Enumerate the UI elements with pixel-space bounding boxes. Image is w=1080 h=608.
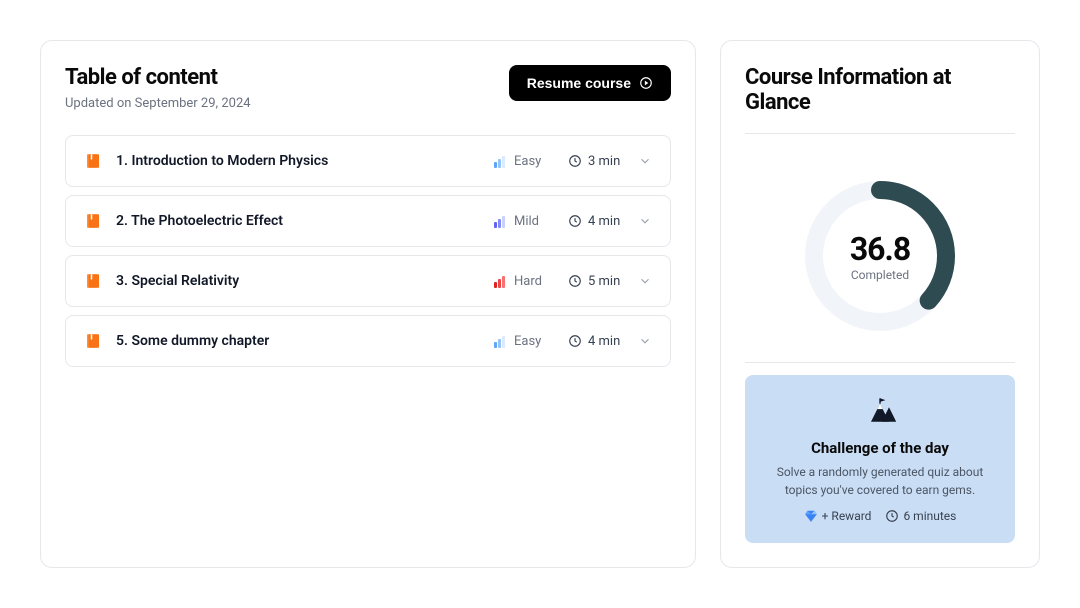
toc-updated: Updated on September 29, 2024 (65, 96, 251, 111)
difficulty-label: Mild (514, 214, 539, 229)
resume-course-label: Resume course (527, 75, 631, 91)
challenge-time-label: 6 minutes (903, 509, 956, 523)
difficulty-label: Easy (514, 154, 541, 169)
info-title: Course Information at Glance (745, 65, 1015, 115)
chapter-duration: 4 min (568, 334, 624, 349)
chevron-down-icon (638, 334, 652, 348)
clock-icon (885, 509, 899, 523)
clock-icon (568, 334, 582, 348)
resume-course-button[interactable]: Resume course (509, 65, 671, 101)
progress-label: Completed (851, 268, 909, 282)
chevron-down-icon (638, 214, 652, 228)
reward-label: + Reward (822, 509, 872, 523)
chapter-difficulty: Easy (494, 154, 554, 169)
progress-circle: 36.8 Completed (800, 176, 960, 336)
divider (745, 362, 1015, 363)
chevron-down-icon (638, 274, 652, 288)
book-icon (84, 152, 102, 170)
divider (745, 133, 1015, 134)
challenge-title: Challenge of the day (763, 439, 997, 457)
chapter-list: 1. Introduction to Modern Physics Easy 3… (65, 135, 671, 367)
info-panel: Course Information at Glance 36.8 Comple… (720, 40, 1040, 568)
difficulty-label: Easy (514, 334, 541, 349)
gem-icon (804, 509, 818, 523)
challenge-time: 6 minutes (885, 509, 956, 523)
chevron-down-icon (638, 154, 652, 168)
chapter-difficulty: Easy (494, 334, 554, 349)
duration-label: 5 min (588, 274, 620, 289)
clock-icon (568, 154, 582, 168)
toc-title: Table of content (65, 65, 251, 90)
duration-label: 3 min (588, 154, 620, 169)
progress-value: 36.8 (850, 230, 910, 268)
book-icon (84, 332, 102, 350)
chapter-difficulty: Hard (494, 274, 554, 289)
challenge-card[interactable]: Challenge of the day Solve a randomly ge… (745, 375, 1015, 543)
chapter-item[interactable]: 5. Some dummy chapter Easy 4 min (65, 315, 671, 367)
chapter-duration: 5 min (568, 274, 624, 289)
play-circle-icon (639, 76, 653, 90)
chapter-item[interactable]: 2. The Photoelectric Effect Mild 4 min (65, 195, 671, 247)
progress-wrap: 36.8 Completed (745, 146, 1015, 356)
chapter-title: 3. Special Relativity (116, 273, 480, 289)
chapter-title: 1. Introduction to Modern Physics (116, 153, 480, 169)
difficulty-bars-icon (494, 334, 508, 348)
mountain-icon (862, 395, 898, 425)
challenge-reward: + Reward (804, 509, 872, 523)
book-icon (84, 212, 102, 230)
difficulty-label: Hard (514, 274, 542, 289)
challenge-footer: + Reward 6 minutes (763, 509, 997, 523)
difficulty-bars-icon (494, 154, 508, 168)
chapter-difficulty: Mild (494, 214, 554, 229)
difficulty-bars-icon (494, 214, 508, 228)
clock-icon (568, 214, 582, 228)
clock-icon (568, 274, 582, 288)
toc-header: Table of content Updated on September 29… (65, 65, 671, 111)
book-icon (84, 272, 102, 290)
duration-label: 4 min (588, 334, 620, 349)
duration-label: 4 min (588, 214, 620, 229)
challenge-description: Solve a randomly generated quiz about to… (763, 463, 997, 499)
chapter-item[interactable]: 1. Introduction to Modern Physics Easy 3… (65, 135, 671, 187)
chapter-title: 5. Some dummy chapter (116, 333, 480, 349)
difficulty-bars-icon (494, 274, 508, 288)
chapter-duration: 3 min (568, 154, 624, 169)
toc-panel: Table of content Updated on September 29… (40, 40, 696, 568)
chapter-duration: 4 min (568, 214, 624, 229)
chapter-title: 2. The Photoelectric Effect (116, 213, 480, 229)
chapter-item[interactable]: 3. Special Relativity Hard 5 min (65, 255, 671, 307)
